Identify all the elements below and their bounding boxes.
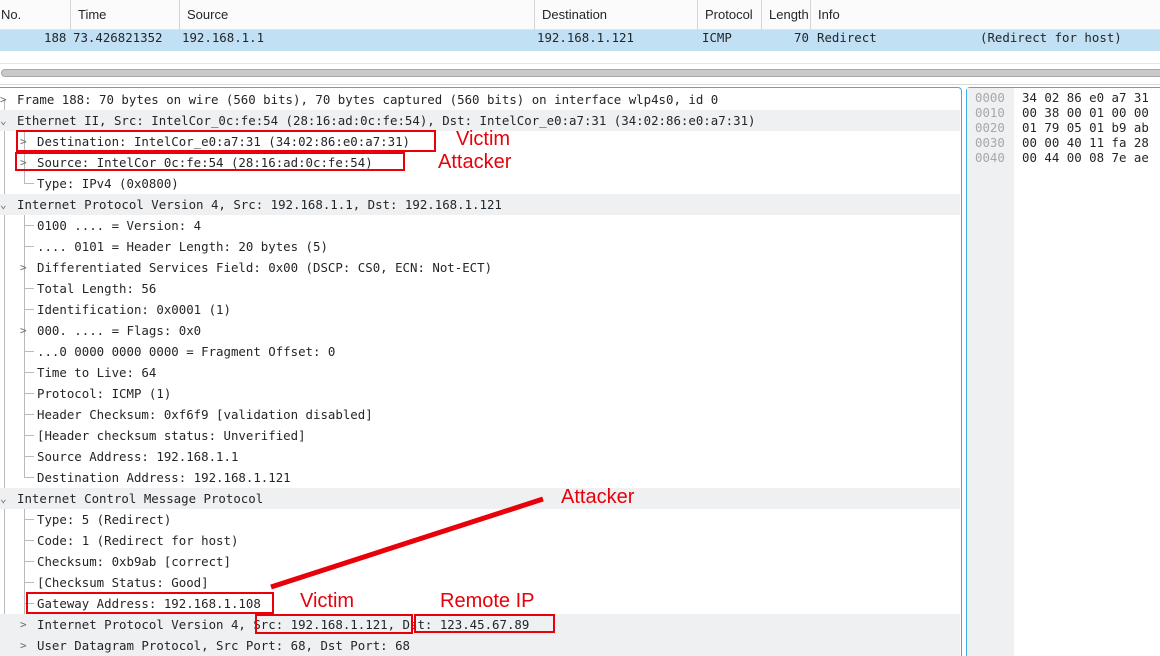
tree-row-ip-checksum-status[interactable]: [Header checksum status: Unverified]	[0, 425, 960, 446]
expand-chevron-icon[interactable]: >	[20, 635, 30, 656]
annotation-label-attacker-gateway: Attacker	[561, 486, 635, 508]
tree-row-ip-destination-address[interactable]: Destination Address: 192.168.1.121	[0, 467, 960, 488]
annotation-label-victim-ip: Victim	[300, 590, 355, 612]
cell-destination: 192.168.1.121	[537, 30, 634, 45]
collapse-chevron-icon[interactable]: ⌄	[0, 194, 10, 215]
column-header-no[interactable]: No.	[0, 0, 70, 30]
tree-row-ip-identification[interactable]: Identification: 0x0001 (1)	[0, 299, 960, 320]
column-header-length[interactable]: Length	[761, 0, 810, 30]
scrollbar-thumb[interactable]	[1, 69, 1160, 77]
expand-chevron-icon[interactable]: >	[20, 257, 30, 278]
tree-row-ip-flags[interactable]: >000. .... = Flags: 0x0	[0, 320, 960, 341]
pane-splitter[interactable]	[0, 84, 1160, 85]
packet-bytes-pane[interactable]: 0000 34 02 86 e0 a7 31 0010 00 38 00 01 00…	[966, 87, 1160, 656]
annotation-box-eth-source	[15, 152, 405, 171]
column-header-time[interactable]: Time	[70, 0, 179, 30]
tree-row-icmp-checksum[interactable]: Checksum: 0xb9ab [correct]	[0, 551, 960, 572]
expand-chevron-icon[interactable]: >	[20, 320, 30, 341]
expand-chevron-icon[interactable]: >	[20, 614, 30, 635]
collapse-chevron-icon[interactable]: ⌄	[0, 110, 10, 131]
packet-row-selected[interactable]: 188 73.426821352 192.168.1.1 192.168.1.1…	[0, 30, 1160, 51]
annotation-box-inner-src	[255, 614, 413, 634]
cell-length: 70	[794, 30, 809, 45]
expand-chevron-icon[interactable]: >	[0, 89, 10, 110]
packet-list-horizontal-scrollbar[interactable]	[0, 69, 1160, 78]
tree-row-ip-ttl[interactable]: Time to Live: 64	[0, 362, 960, 383]
tree-row-ip-fragment-offset[interactable]: ...0 0000 0000 0000 = Fragment Offset: 0	[0, 341, 960, 362]
annotation-box-eth-destination	[16, 130, 436, 152]
tree-row-inner-udp[interactable]: > User Datagram Protocol, Src Port: 68, D…	[0, 635, 960, 656]
tree-row-ip-dsfield[interactable]: > Differentiated Services Field: 0x00 (DS…	[0, 257, 960, 278]
tree-row-icmp[interactable]: ⌄ Internet Control Message Protocol	[0, 488, 960, 509]
hex-offset-column	[967, 88, 1014, 656]
cell-protocol: ICMP	[702, 30, 732, 45]
annotation-label-attacker-mac: Attacker	[438, 151, 512, 173]
tree-row-ip-version[interactable]: 0100 .... = Version: 4	[0, 215, 960, 236]
tree-row-ip-total-length[interactable]: Total Length: 56	[0, 278, 960, 299]
tree-row-icmp-type[interactable]: Type: 5 (Redirect)	[0, 509, 960, 530]
annotation-label-remote-ip: Remote IP	[440, 590, 535, 612]
packet-list-empty-area	[0, 51, 1160, 64]
tree-row-ipv4[interactable]: ⌄ Internet Protocol Version 4, Src: 192.…	[0, 194, 960, 215]
tree-row-icmp-code[interactable]: Code: 1 (Redirect for host)	[0, 530, 960, 551]
cell-info: Redirect	[817, 30, 877, 45]
tree-row-ip-protocol[interactable]: Protocol: ICMP (1)	[0, 383, 960, 404]
cell-time: 73.426821352	[73, 30, 163, 45]
column-header-info[interactable]: Info	[810, 0, 1160, 30]
annotation-box-gateway	[26, 592, 274, 614]
tree-row-ip-checksum[interactable]: Header Checksum: 0xf6f9 [validation disa…	[0, 404, 960, 425]
column-header-destination[interactable]: Destination	[534, 0, 697, 30]
tree-row-frame[interactable]: > Frame 188: 70 bytes on wire (560 bits)…	[0, 89, 960, 110]
collapse-chevron-icon[interactable]: ⌄	[0, 488, 10, 509]
cell-info-detail: (Redirect for host)	[980, 30, 1122, 45]
tree-row-eth-type[interactable]: Type: IPv4 (0x0800)	[0, 173, 960, 194]
annotation-label-victim-mac: Victim	[456, 128, 511, 150]
column-header-protocol[interactable]: Protocol	[697, 0, 761, 30]
tree-row-ip-header-length[interactable]: .... 0101 = Header Length: 20 bytes (5)	[0, 236, 960, 257]
annotation-box-inner-dst	[414, 614, 555, 633]
tree-row-ip-source-address[interactable]: Source Address: 192.168.1.1	[0, 446, 960, 467]
cell-source: 192.168.1.1	[182, 30, 265, 45]
cell-no: 188	[44, 30, 67, 45]
column-header-source[interactable]: Source	[179, 0, 534, 30]
packet-list-header: No. Time Source Destination Protocol Len…	[0, 0, 1160, 30]
